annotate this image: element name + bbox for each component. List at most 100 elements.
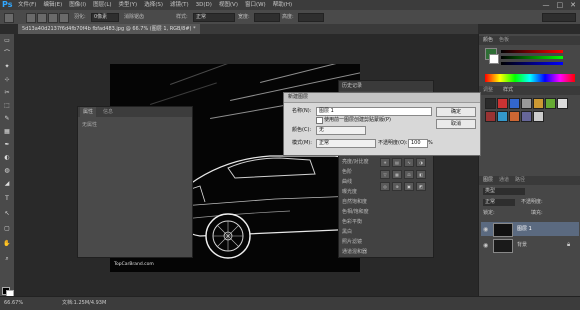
lasso-tool-icon[interactable]: ⌒ (3, 51, 11, 57)
style-swatch[interactable] (485, 98, 496, 109)
dialog-titlebar[interactable]: 新建图层 (284, 93, 480, 103)
zoom-tool-icon[interactable]: ⌕ (3, 256, 11, 262)
brightness-icon[interactable]: ☀ (380, 158, 390, 167)
blend-mode-select[interactable]: 正常 (483, 199, 515, 206)
height-input[interactable] (298, 13, 324, 22)
document-size[interactable]: 文档:1.25M/4.93M (62, 297, 106, 310)
tab-styles[interactable]: 样式 (503, 86, 513, 95)
marquee-tool-icon[interactable] (4, 13, 14, 23)
adjustment-item[interactable]: 色相/饱和度 (342, 207, 372, 217)
workspace-select[interactable] (542, 13, 576, 22)
mixer-icon[interactable]: ⊕ (392, 182, 402, 191)
feather-input[interactable]: 0像素 (91, 13, 119, 22)
mode-select[interactable]: 正常 (316, 139, 376, 148)
menu-layer[interactable]: 图层(L) (93, 0, 111, 10)
style-swatch[interactable] (497, 111, 508, 122)
new-selection-icon[interactable] (26, 13, 36, 23)
opacity-field[interactable]: 100 (408, 139, 428, 148)
style-swatch[interactable] (533, 111, 544, 122)
style-swatch[interactable] (557, 98, 568, 109)
bw-icon[interactable]: ◧ (416, 170, 426, 179)
tab-color[interactable]: 颜色 (483, 36, 493, 45)
layer-kind-filter[interactable]: 类型 (483, 188, 525, 195)
blue-slider[interactable] (501, 62, 563, 65)
style-swatch[interactable] (521, 111, 532, 122)
tab-info[interactable]: 信息 (100, 107, 116, 117)
balance-icon[interactable]: ⚖ (404, 170, 414, 179)
style-swatch[interactable] (533, 98, 544, 109)
history-panel-title[interactable]: 历史记录 (342, 81, 362, 91)
crop-tool-icon[interactable]: ⊹ (3, 77, 11, 83)
style-swatch[interactable] (485, 111, 496, 122)
tab-channels[interactable]: 通道 (499, 176, 509, 185)
color-select[interactable]: 无 (316, 126, 366, 135)
color-background[interactable] (489, 54, 499, 64)
style-swatch[interactable] (497, 98, 508, 109)
menu-window[interactable]: 窗口(W) (245, 0, 266, 10)
style-swatch[interactable] (521, 98, 532, 109)
menu-select[interactable]: 选择(S) (144, 0, 163, 10)
style-swatch[interactable] (545, 98, 556, 109)
adjustment-item[interactable]: 曲线 (342, 177, 372, 187)
eye-icon[interactable]: ◉ (483, 226, 488, 233)
path-selection-tool-icon[interactable]: ↖ (3, 211, 11, 217)
menu-image[interactable]: 图像(I) (69, 0, 86, 10)
zoom-level[interactable]: 66.67% (4, 297, 23, 310)
cancel-button[interactable]: 取消 (436, 119, 476, 129)
adjustment-item[interactable]: 色阶 (342, 167, 372, 177)
minimize-button[interactable]: — (543, 0, 550, 10)
green-slider[interactable] (501, 56, 563, 59)
eyedropper-tool-icon[interactable]: ✂ (3, 90, 11, 96)
add-selection-icon[interactable] (37, 13, 47, 23)
style-swatch[interactable] (509, 111, 520, 122)
vibrance-icon[interactable]: ▽ (380, 170, 390, 179)
menu-file[interactable]: 文件(F) (18, 0, 36, 10)
tab-layers[interactable]: 图层 (483, 176, 493, 185)
intersect-selection-icon[interactable] (59, 13, 69, 23)
curves-icon[interactable]: ∿ (404, 158, 414, 167)
adjustment-item[interactable]: 通道混和器 (342, 247, 372, 257)
layer-row[interactable]: ◉ 图层 1 (481, 222, 579, 237)
subtract-selection-icon[interactable] (48, 13, 58, 23)
brush-tool-icon[interactable]: ✎ (3, 116, 11, 122)
magic-wand-tool-icon[interactable]: ✦ (3, 64, 11, 70)
ok-button[interactable]: 确定 (436, 107, 476, 117)
tab-adjust[interactable]: 调整 (483, 86, 493, 95)
adjustment-item[interactable]: 亮度/对比度 (342, 157, 372, 167)
adjustment-item[interactable]: 曝光度 (342, 187, 372, 197)
adjustment-item[interactable]: 照片滤镜 (342, 237, 372, 247)
width-input[interactable] (254, 13, 280, 22)
tab-properties[interactable]: 属性 (80, 107, 97, 117)
adjustment-item[interactable]: 黑白 (342, 227, 372, 237)
move-tool-icon[interactable]: ▭ (3, 38, 11, 44)
layer-row[interactable]: ◉ 背景 🔒︎ (481, 238, 579, 253)
menu-filter[interactable]: 滤镜(T) (170, 0, 189, 10)
clip-mask-checkbox[interactable] (316, 117, 323, 124)
layer-name-field[interactable]: 图层 1 (316, 107, 432, 116)
tab-paths[interactable]: 路径 (515, 176, 525, 185)
levels-icon[interactable]: ▤ (392, 158, 402, 167)
hand-tool-icon[interactable]: ✋ (3, 241, 11, 247)
gradient-tool-icon[interactable]: ◍ (3, 168, 11, 174)
hue-icon[interactable]: ▦ (392, 170, 402, 179)
tab-swatches[interactable]: 色板 (499, 36, 509, 45)
style-swatch[interactable] (509, 98, 520, 109)
dodge-tool-icon[interactable]: ◢ (3, 181, 11, 187)
adjustment-item[interactable]: 自然饱和度 (342, 197, 372, 207)
photo-filter-icon[interactable]: ◎ (380, 182, 390, 191)
close-button[interactable]: ✕ (570, 0, 576, 10)
eraser-tool-icon[interactable]: ◐ (3, 155, 11, 161)
healing-tool-icon[interactable]: ⬚ (3, 103, 11, 109)
menu-edit[interactable]: 编辑(E) (43, 0, 62, 10)
document-tab[interactable]: 5d13a40d2137f6d4fb70f4b fbfad483.jpg @ 6… (18, 24, 200, 34)
shape-tool-icon[interactable]: ▢ (3, 226, 11, 232)
eye-icon[interactable]: ◉ (483, 242, 488, 249)
menu-help[interactable]: 帮助(H) (273, 0, 292, 10)
red-slider[interactable] (501, 50, 563, 53)
lookup-icon[interactable]: ▣ (404, 182, 414, 191)
invert-icon[interactable]: ◩ (416, 182, 426, 191)
adjustment-item[interactable]: 色彩平衡 (342, 217, 372, 227)
history-brush-tool-icon[interactable]: ✒ (3, 142, 11, 148)
menu-view[interactable]: 视图(V) (219, 0, 238, 10)
stamp-tool-icon[interactable]: ▦ (3, 129, 11, 135)
